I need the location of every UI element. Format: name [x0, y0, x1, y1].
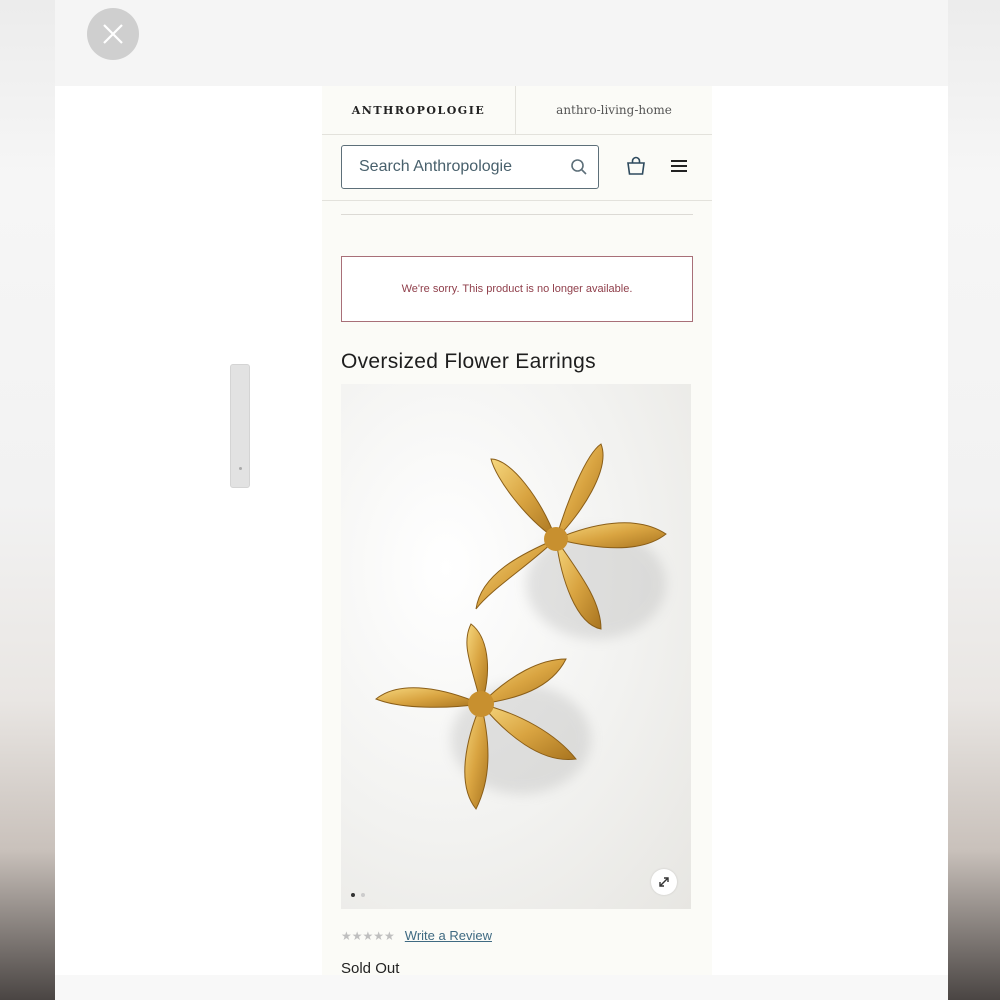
- hamburger-menu-icon[interactable]: [669, 156, 689, 176]
- flower-earrings-photo: [375, 443, 667, 810]
- expand-button[interactable]: [651, 869, 677, 895]
- divider: [341, 214, 693, 215]
- brand-bar: ANTHROPOLOGIE anthro-living-home: [322, 86, 712, 135]
- carousel-dot[interactable]: [351, 893, 355, 897]
- search-icon[interactable]: [570, 158, 588, 176]
- blurred-right-background: [948, 0, 1000, 1000]
- search-input[interactable]: [357, 157, 570, 177]
- write-review-link[interactable]: Write a Review: [405, 928, 492, 943]
- anthro-living-home-logo[interactable]: anthro-living-home: [516, 86, 712, 134]
- product-title: Oversized Flower Earrings: [341, 350, 596, 373]
- scroll-handle[interactable]: [230, 364, 250, 488]
- carousel-dot[interactable]: [361, 893, 365, 897]
- bottom-overlay-bar: [55, 975, 948, 1000]
- carousel-dots: [351, 893, 365, 897]
- star-rating: ★★★★★: [341, 928, 395, 943]
- alert-message: We're sorry. This product is no longer a…: [401, 283, 633, 295]
- unavailable-alert: We're sorry. This product is no longer a…: [341, 256, 693, 322]
- product-image[interactable]: [341, 384, 691, 909]
- blurred-left-background: [0, 0, 55, 1000]
- mobile-page: ANTHROPOLOGIE anthro-living-home We're s…: [322, 86, 712, 975]
- shopping-bag-icon[interactable]: [624, 154, 648, 178]
- close-icon: [103, 24, 123, 44]
- close-button[interactable]: [87, 8, 139, 60]
- top-overlay-bar: [55, 0, 948, 86]
- header-search-row: [322, 134, 712, 201]
- search-box[interactable]: [341, 145, 599, 189]
- expand-icon: [659, 877, 669, 887]
- stock-status: Sold Out: [341, 960, 400, 975]
- rating-row: ★★★★★ Write a Review: [341, 928, 492, 943]
- anthropologie-logo[interactable]: ANTHROPOLOGIE: [322, 86, 516, 134]
